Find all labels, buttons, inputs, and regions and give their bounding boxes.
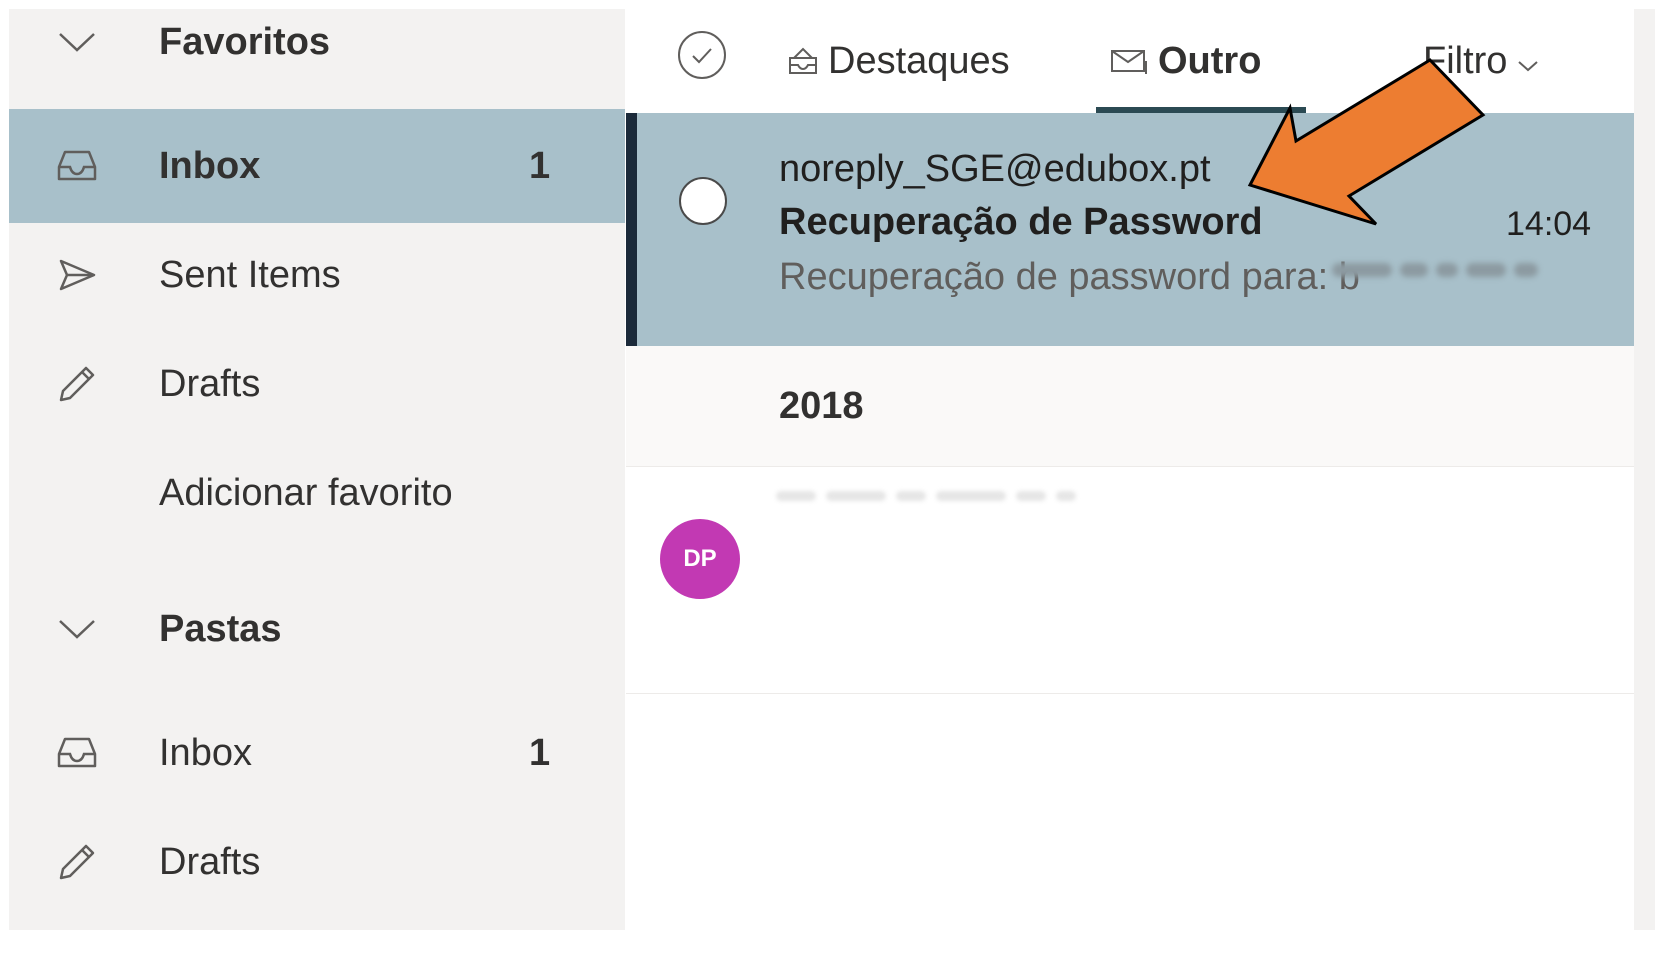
date-group-header: 2018 — [626, 346, 1634, 467]
avatar: DP — [660, 519, 740, 599]
favorite-item-inbox[interactable]: Inbox 1 — [9, 109, 625, 223]
favorite-item-label: Drafts — [159, 363, 261, 405]
filter-button[interactable]: Filtro — [1423, 9, 1539, 113]
folder-pane: Favoritos Inbox 1 Sent Items Drafts Adic… — [9, 9, 625, 930]
message-list-pane: Destaques Outro Filtro noreply_SGE@edubo… — [626, 9, 1634, 930]
redacted-text — [1332, 263, 1538, 277]
folder-item-label: Inbox — [159, 732, 252, 774]
tab-destaques[interactable]: Destaques — [786, 9, 1010, 113]
message-item[interactable]: DP — [626, 467, 1634, 694]
favorites-header[interactable]: Favoritos — [9, 0, 625, 99]
message-preview: Recuperação de password para: b — [779, 256, 1360, 298]
chevron-down-icon[interactable] — [47, 12, 107, 72]
message-subject: Recuperação de Password — [779, 201, 1263, 243]
inbox-icon — [47, 723, 107, 783]
other-mail-icon — [1110, 47, 1150, 75]
unread-count: 1 — [529, 732, 551, 774]
check-circle-icon[interactable] — [676, 29, 728, 86]
favorites-header-label: Favoritos — [159, 21, 331, 63]
scrollbar-track[interactable] — [1634, 9, 1655, 930]
add-favorite-link[interactable]: Adicionar favorito — [9, 436, 625, 550]
folders-header[interactable]: Pastas — [9, 572, 625, 686]
message-time: 14:04 — [1506, 205, 1592, 243]
tab-label: Destaques — [828, 39, 1010, 82]
filter-label: Filtro — [1423, 39, 1508, 82]
tab-outro[interactable]: Outro — [1110, 9, 1261, 113]
favorite-item-label: Inbox — [159, 145, 261, 187]
unread-count: 1 — [529, 145, 551, 187]
inbox-icon — [47, 136, 107, 196]
folder-item-drafts[interactable]: Drafts — [9, 805, 625, 919]
message-item[interactable]: noreply_SGE@edubox.pt Recuperação de Pas… — [626, 113, 1634, 346]
folder-item-inbox[interactable]: Inbox 1 — [9, 696, 625, 810]
favorite-item-label: Sent Items — [159, 254, 341, 296]
message-sender: noreply_SGE@edubox.pt — [779, 148, 1211, 190]
chevron-down-icon — [1517, 40, 1539, 83]
favorite-item-sent-items[interactable]: Sent Items — [9, 218, 625, 332]
tab-label: Outro — [1158, 39, 1262, 82]
pencil-icon — [47, 354, 107, 414]
select-message-radio[interactable] — [679, 177, 727, 225]
date-group-label: 2018 — [779, 385, 864, 427]
message-list-header: Destaques Outro Filtro — [626, 9, 1634, 114]
redacted-text — [776, 491, 1076, 501]
favorite-item-drafts[interactable]: Drafts — [9, 327, 625, 441]
focused-inbox-icon — [786, 46, 820, 76]
send-icon — [47, 245, 107, 305]
folders-header-label: Pastas — [159, 608, 282, 650]
selected-indicator — [626, 113, 637, 346]
pencil-icon — [47, 832, 107, 892]
add-favorite-label: Adicionar favorito — [159, 472, 453, 514]
chevron-down-icon[interactable] — [47, 599, 107, 659]
folder-item-label: Drafts — [159, 841, 261, 883]
